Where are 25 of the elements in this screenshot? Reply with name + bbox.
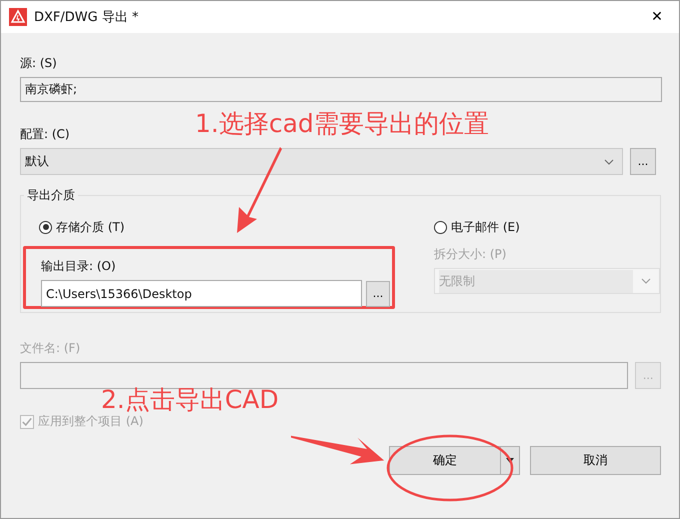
- chevron-icon: [641, 278, 651, 284]
- ok-split-button[interactable]: 确定: [389, 446, 520, 475]
- annotation-text: 1.选择cad需要导出的位置: [195, 108, 489, 140]
- group-title: 导出介质: [24, 187, 78, 204]
- browse-button[interactable]: ...: [366, 280, 390, 306]
- field-label: 配置: (C): [20, 126, 71, 143]
- caret-icon: [506, 458, 514, 463]
- field-label: 输出目录: (O): [41, 258, 117, 275]
- field-label: 文件名: (F): [20, 340, 82, 357]
- source-field: 南京磷虾;: [20, 77, 662, 102]
- window-title: DXF/DWG 导出 *: [34, 9, 138, 26]
- radio-option[interactable]: 电子邮件 (E): [434, 218, 660, 236]
- config-dropdown[interactable]: 默认: [20, 148, 623, 175]
- file-name-field[interactable]: [20, 362, 628, 389]
- field-label: 源: (S): [20, 55, 58, 72]
- chevron-icon: [604, 158, 614, 164]
- annotation-text: 2.点击导出CAD: [101, 384, 279, 416]
- cancel-button[interactable]: 取消: [530, 446, 661, 475]
- field-label: 拆分大小: (P): [434, 246, 508, 263]
- output-directory-field[interactable]: C:\Users\15366\Desktop: [41, 280, 362, 307]
- browse-button[interactable]: ...: [630, 148, 656, 175]
- checkmark-icon: [21, 416, 33, 428]
- app-icon: [9, 8, 27, 26]
- radio-option[interactable]: 存储介质 (T): [39, 218, 434, 236]
- close-button[interactable]: ✕: [635, 1, 679, 33]
